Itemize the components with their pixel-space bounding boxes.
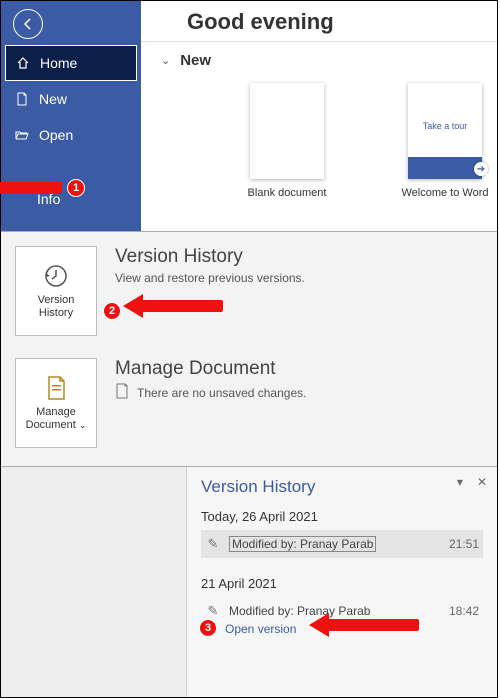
annotation-arrow-2 [123, 294, 223, 318]
version-history-desc: View and restore previous versions. [115, 271, 305, 285]
template-thumbnail [250, 83, 324, 179]
page-title: Good evening [187, 9, 497, 35]
document-icon [42, 374, 70, 402]
card-label: Manage Document ⌄ [26, 406, 87, 432]
pane-options-icon[interactable]: ▾ [457, 475, 463, 489]
chevron-down-icon: ⌄ [79, 420, 87, 430]
sidebar-item-label: New [39, 91, 67, 107]
folder-open-icon [15, 128, 29, 142]
template-welcome[interactable]: Take a tour ➔ Welcome to Word [397, 83, 493, 199]
arrow-right-icon: ➔ [474, 162, 488, 176]
vh-modified-by: Modified by: Pranay Parab [229, 536, 376, 552]
vh-date-group: Today, 26 April 2021 [201, 509, 483, 524]
start-area: Good evening ⌄ New Blank document Take a… [141, 1, 497, 231]
new-section-toggle[interactable]: ⌄ New [161, 52, 497, 69]
template-thumbnail: Take a tour ➔ [408, 83, 482, 179]
version-history-heading: Version History [115, 246, 305, 268]
home-icon [16, 56, 30, 70]
vh-date-group: 21 April 2021 [201, 576, 483, 591]
annotation-badge-3: 3 [199, 619, 217, 637]
tour-text: Take a tour [408, 121, 482, 131]
vh-time: 18:42 [449, 604, 479, 618]
sidebar-item-new[interactable]: New [1, 81, 141, 117]
template-caption: Blank document [239, 187, 335, 199]
section-label: New [180, 52, 211, 69]
annotation-badge-1: 1 [67, 179, 85, 197]
open-version-link[interactable]: Open version [225, 622, 296, 636]
pencil-icon: ✎ [205, 603, 221, 619]
card-label: Version History [38, 294, 75, 320]
manage-document-card[interactable]: Manage Document ⌄ [15, 358, 97, 448]
manage-document-desc: There are no unsaved changes. [115, 383, 306, 402]
version-history-pane: ▾ ✕ Version History Today, 26 April 2021… [186, 467, 497, 697]
template-caption: Welcome to Word [397, 187, 493, 199]
close-icon[interactable]: ✕ [477, 475, 487, 489]
pencil-icon: ✎ [205, 536, 221, 552]
sidebar-item-home[interactable]: Home [5, 45, 137, 81]
version-history-card[interactable]: Version History [15, 246, 97, 336]
annotation-badge-2: 2 [103, 302, 121, 320]
vh-entry[interactable]: ✎ Modified by: Pranay Parab 21:51 [201, 530, 483, 558]
sidebar-item-label: Open [39, 127, 73, 143]
vh-time: 21:51 [449, 537, 479, 551]
page-icon [15, 92, 29, 106]
pane-title: Version History [201, 477, 483, 497]
annotation-arrow-3 [309, 613, 419, 637]
vh-blank-area [1, 467, 186, 697]
document-small-icon [115, 383, 129, 402]
template-blank[interactable]: Blank document [239, 83, 335, 199]
back-button[interactable] [13, 9, 43, 39]
manage-document-heading: Manage Document [115, 358, 306, 380]
chevron-down-icon: ⌄ [161, 54, 170, 67]
sidebar-item-label: Home [40, 55, 77, 71]
sidebar-item-open[interactable]: Open [1, 117, 141, 153]
history-icon [42, 262, 70, 290]
